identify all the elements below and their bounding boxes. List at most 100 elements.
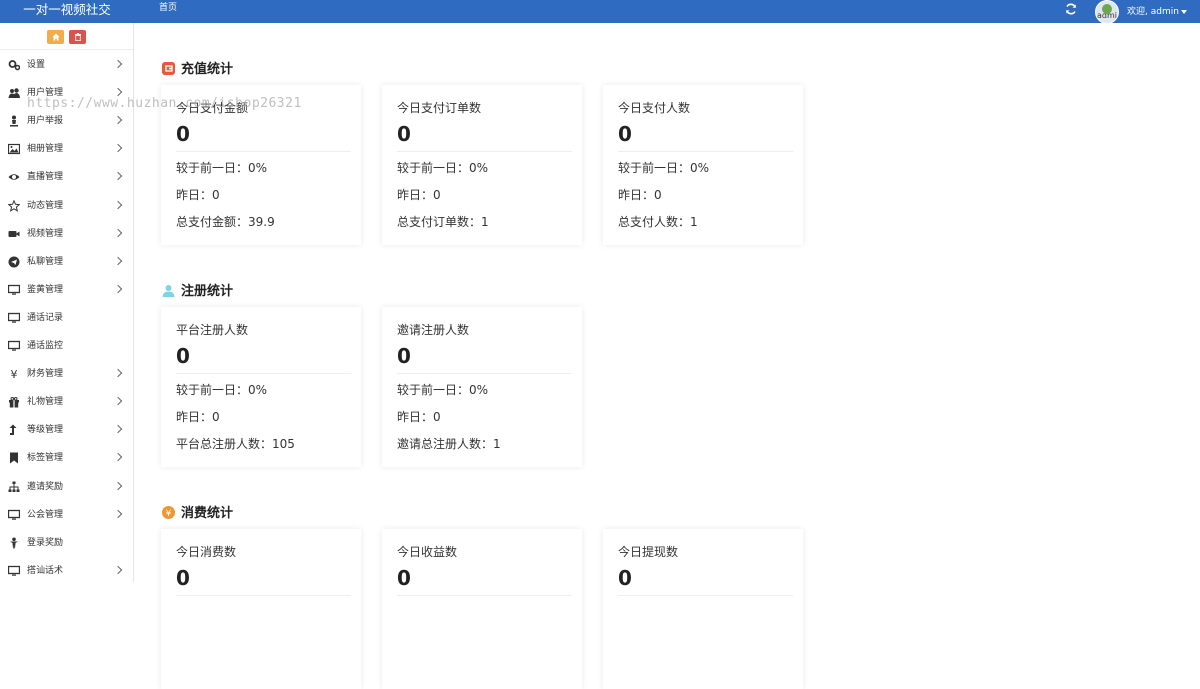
chevron-right-icon [113, 115, 123, 125]
sidebar-item-label: 动态管理 [27, 200, 64, 211]
star-icon [7, 199, 21, 212]
stat-card-value: 0 [618, 122, 632, 146]
sidebar-item-label: 邀请奖励 [27, 481, 64, 492]
sidebar-item-13[interactable]: 礼物管理 [0, 388, 133, 416]
top-navbar: 一对一视频社交 首页 admi 欢迎, admin [0, 0, 1200, 24]
desktop-icon [7, 312, 21, 324]
chevron-right-icon [113, 368, 123, 378]
sidebar-item-label: 礼物管理 [27, 397, 64, 408]
video-camera-icon [8, 228, 20, 240]
stat-card-detail: 总支付人数：1 [618, 215, 698, 229]
trash-icon [74, 33, 81, 41]
sidebar-item-1[interactable]: 设置 [0, 51, 133, 79]
sidebar-item-18[interactable]: 登录奖励 [0, 529, 133, 557]
nav-home-link[interactable]: 首页 [159, 0, 177, 19]
sidebar-shortcuts [0, 23, 133, 50]
user-menu-toggle[interactable]: 欢迎, admin [1127, 0, 1187, 24]
sidebar-item-11[interactable]: 通话监控 [0, 332, 133, 360]
divider [397, 151, 572, 152]
divider [176, 151, 351, 152]
sitemap-icon [8, 481, 20, 493]
stat-card-value: 0 [176, 566, 190, 590]
desktop-icon [7, 340, 21, 352]
divider [397, 595, 572, 596]
divider [618, 151, 793, 152]
stat-card-detail: 邀请总注册人数：1 [397, 437, 501, 451]
chevron-right-icon [113, 144, 123, 153]
sidebar-item-15[interactable]: 标签管理 [0, 444, 133, 472]
stat-card-value: 0 [397, 344, 411, 368]
yen-circle-icon: ¥ [162, 504, 175, 519]
stat-card-detail: 较于前一日：0% [397, 383, 489, 397]
home-button[interactable] [47, 30, 64, 44]
sidebar-item-label: 用户举报 [27, 116, 64, 127]
users-icon [8, 87, 20, 99]
watermark-text: https://www.huzhan.com/ishop26321 [27, 96, 302, 111]
chevron-right-icon [113, 200, 123, 209]
stat-card: 平台注册人数 0 较于前一日：0% 昨日：0 平台总注册人数：105 [161, 307, 361, 467]
stat-card: 今日支付人数 0 较于前一日：0% 昨日：0 总支付人数：1 [603, 85, 803, 245]
stat-card-title: 今日消费数 [176, 545, 237, 559]
chevron-right-icon [113, 565, 123, 575]
chevron-right-icon [113, 256, 123, 265]
sidebar-item-4[interactable]: 相册管理 [0, 135, 133, 163]
stat-card-detail: 较于前一日：0% [176, 383, 268, 397]
sidebar-item-label: 鉴黄管理 [27, 284, 64, 295]
caret-down-icon [1180, 9, 1187, 14]
sidebar-item-label: 公会管理 [27, 509, 64, 520]
picture-icon [7, 143, 21, 155]
stat-card-value: 0 [176, 344, 190, 368]
stat-card-value: 0 [397, 122, 411, 146]
stat-card-detail: 较于前一日：0% [618, 161, 710, 175]
sidebar-item-9[interactable]: 鉴黄管理 [0, 276, 133, 304]
sidebar-item-label: 财务管理 [27, 369, 64, 380]
sidebar-item-label: 标签管理 [27, 453, 64, 464]
stat-card: 今日收益数 0 [382, 529, 582, 689]
chevron-right-icon [113, 425, 123, 434]
level-up-icon [8, 424, 20, 436]
wallet-icon [162, 60, 175, 75]
sidebar-item-5[interactable]: 直播管理 [0, 163, 133, 191]
sidebar-item-10[interactable]: 通话记录 [0, 304, 133, 332]
chevron-right-icon [113, 172, 123, 181]
avatar-image-icon [1102, 4, 1112, 14]
gears-icon [8, 59, 21, 71]
divider [618, 595, 793, 596]
stat-card-title: 平台注册人数 [176, 323, 249, 337]
stat-card-detail: 较于前一日：0% [397, 161, 489, 175]
refresh-icon[interactable] [1064, 2, 1078, 16]
sidebar-item-16[interactable]: 邀请奖励 [0, 473, 133, 501]
sidebar-item-7[interactable]: 视频管理 [0, 220, 133, 248]
sidebar-item-3[interactable]: 用户举报 [0, 107, 133, 135]
avatar[interactable]: admi [1095, 0, 1119, 24]
sidebar-item-17[interactable]: 公会管理 [0, 501, 133, 529]
sidebar-item-label: 搭讪话术 [27, 565, 64, 576]
stat-card-detail: 昨日：0 [176, 410, 220, 424]
clear-cache-button[interactable] [69, 30, 86, 44]
sidebar-item-label: 视频管理 [27, 228, 64, 239]
sidebar-item-14[interactable]: 等级管理 [0, 416, 133, 444]
desktop-icon [7, 509, 21, 521]
stat-card-title: 邀请注册人数 [397, 323, 470, 337]
stat-card-title: 今日支付订单数 [397, 101, 482, 115]
chevron-right-icon [113, 59, 123, 69]
sidebar-item-label: 设置 [27, 60, 46, 70]
stat-card-detail: 较于前一日：0% [176, 161, 268, 175]
stat-card-detail: 昨日：0 [618, 188, 662, 202]
chevron-right-icon [113, 396, 123, 406]
stat-card-detail: 昨日：0 [397, 188, 441, 202]
sidebar-item-12[interactable]: ¥ 财务管理 [0, 360, 133, 388]
desktop-icon [7, 284, 21, 296]
section-title-register: 注册统计 [181, 284, 234, 299]
divider [176, 595, 351, 596]
eye-icon [8, 171, 20, 183]
sidebar-item-6[interactable]: 动态管理 [0, 192, 133, 220]
section-title-recharge: 充值统计 [181, 62, 234, 77]
sidebar-item-8[interactable]: 私聊管理 [0, 248, 133, 276]
stat-card-title: 今日收益数 [397, 545, 458, 559]
sidebar-item-19[interactable]: 搭讪话术 [0, 557, 133, 585]
chevron-right-icon [113, 509, 123, 518]
stat-card-value: 0 [397, 566, 411, 590]
app-brand[interactable]: 一对一视频社交 [0, 0, 134, 23]
stat-card-detail: 总支付订单数：1 [397, 215, 489, 229]
